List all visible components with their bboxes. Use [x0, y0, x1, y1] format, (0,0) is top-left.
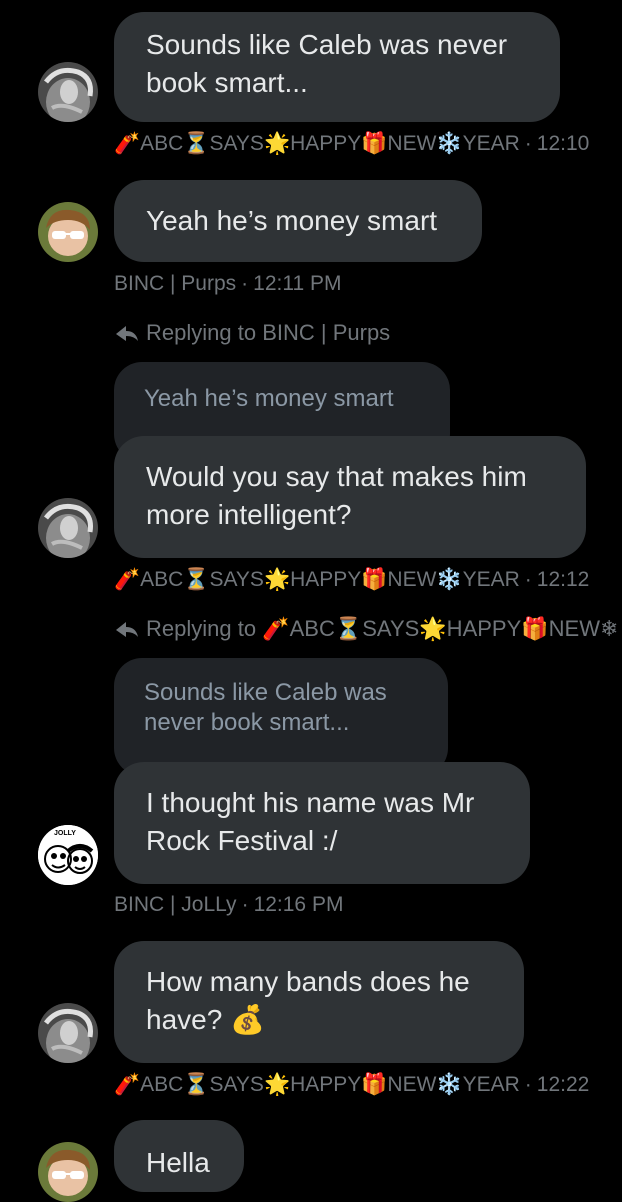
message-text: I thought his name was Mr Rock Festival … [146, 787, 475, 856]
reply-target[interactable]: 🧨ABC⏳SAYS🌟HAPPY🎁NEW❄ [262, 615, 618, 643]
boy-sunglasses-avatar-icon [38, 202, 98, 262]
statue-avatar-icon [38, 1003, 98, 1063]
timestamp: 12:22 [536, 1073, 590, 1096]
timestamp: 12:11 PM [253, 272, 342, 295]
avatar-abc[interactable] [38, 498, 98, 558]
reply-target[interactable]: BINC | Purps [262, 319, 390, 347]
message-text: Hella [146, 1147, 210, 1178]
reply-arrow-icon [116, 326, 138, 341]
statue-avatar-icon [38, 62, 98, 122]
statue-avatar-icon [38, 498, 98, 558]
message-text: Would you say that makes him more intell… [146, 461, 527, 530]
meta-separator: · [241, 272, 249, 295]
avatar-purps[interactable] [38, 202, 98, 262]
message-meta: 🧨ABC⏳SAYS🌟HAPPY🎁NEW❄️YEAR · 12:10 [114, 130, 589, 158]
meta-separator: · [524, 132, 532, 155]
timestamp: 12:10 [536, 132, 590, 155]
reply-arrow-icon [116, 622, 138, 637]
message-bubble[interactable]: I thought his name was Mr Rock Festival … [114, 762, 530, 884]
sender-name[interactable]: 🧨ABC⏳SAYS🌟HAPPY🎁NEW❄️YEAR [114, 130, 520, 158]
quoted-text: Sounds like Caleb was never book smart..… [144, 679, 387, 736]
reply-prefix: Replying to [146, 616, 257, 641]
cartoon-faces-avatar-icon: JOLLY [38, 825, 98, 885]
message-bubble[interactable]: Would you say that makes him more intell… [114, 436, 586, 558]
sender-name[interactable]: 🧨ABC⏳SAYS🌟HAPPY🎁NEW❄️YEAR [114, 566, 520, 594]
message-bubble[interactable]: How many bands does he have? 💰 [114, 941, 524, 1063]
message-text: Yeah he’s money smart [146, 205, 438, 236]
boy-sunglasses-avatar-icon [38, 1142, 98, 1202]
meta-separator: · [241, 893, 249, 916]
message-meta: 🧨ABC⏳SAYS🌟HAPPY🎁NEW❄️YEAR · 12:12 [114, 566, 589, 594]
timestamp: 12:16 PM [253, 893, 344, 916]
reply-indicator[interactable]: Replying to 🧨ABC⏳SAYS🌟HAPPY🎁NEW❄ [114, 615, 618, 643]
reply-indicator[interactable]: Replying to BINC | Purps [114, 319, 390, 347]
message-meta: BINC | Purps · 12:11 PM [114, 270, 341, 298]
avatar-purps[interactable] [38, 1142, 98, 1202]
sender-name[interactable]: BINC | Purps [114, 270, 236, 298]
message-meta: BINC | JoLLy · 12:16 PM [114, 891, 343, 919]
sender-name[interactable]: BINC | JoLLy [114, 891, 237, 919]
avatar-abc[interactable] [38, 62, 98, 122]
message-bubble[interactable]: Hella [114, 1120, 244, 1192]
avatar-abc[interactable] [38, 1003, 98, 1063]
quoted-message[interactable]: Sounds like Caleb was never book smart..… [114, 658, 448, 776]
avatar-jolly[interactable]: JOLLY [38, 825, 98, 885]
reply-prefix: Replying to [146, 320, 257, 345]
meta-separator: · [524, 568, 532, 591]
avatar-label: JOLLY [54, 830, 76, 837]
message-text: Sounds like Caleb was never book smart..… [146, 29, 508, 98]
meta-separator: · [524, 1073, 532, 1096]
sender-name[interactable]: 🧨ABC⏳SAYS🌟HAPPY🎁NEW❄️YEAR [114, 1071, 520, 1099]
message-bubble[interactable]: Sounds like Caleb was never book smart..… [114, 12, 560, 122]
message-text: How many bands does he have? 💰 [146, 966, 470, 1035]
quoted-text: Yeah he’s money smart [144, 385, 394, 412]
message-bubble[interactable]: Yeah he’s money smart [114, 180, 482, 262]
message-meta: 🧨ABC⏳SAYS🌟HAPPY🎁NEW❄️YEAR · 12:22 [114, 1071, 589, 1099]
timestamp: 12:12 [536, 568, 590, 591]
